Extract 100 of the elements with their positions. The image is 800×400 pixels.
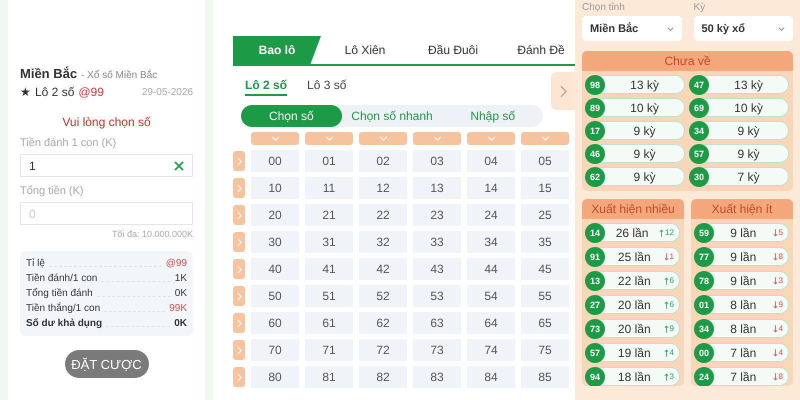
tab[interactable]: Đầu Đuôi xyxy=(409,36,497,64)
number-cell[interactable]: 35 xyxy=(521,231,569,253)
number-cell[interactable]: 41 xyxy=(305,258,353,280)
number-cell[interactable]: 65 xyxy=(521,312,569,334)
column-select-button[interactable] xyxy=(521,132,569,145)
number-badge: 27 xyxy=(585,294,605,314)
number-cell[interactable]: 00 xyxy=(251,150,299,172)
number-cell[interactable]: 54 xyxy=(467,285,515,307)
row-select-button[interactable] xyxy=(233,340,245,360)
number-cell[interactable]: 43 xyxy=(413,258,461,280)
number-cell[interactable]: 52 xyxy=(359,285,407,307)
number-cell[interactable]: 45 xyxy=(521,258,569,280)
number-cell[interactable]: 02 xyxy=(359,150,407,172)
chevron-right-icon xyxy=(236,156,242,166)
star-icon: ★ xyxy=(20,85,31,99)
number-cell[interactable]: 82 xyxy=(359,366,407,388)
number-cell[interactable]: 62 xyxy=(359,312,407,334)
province-dropdown[interactable]: Miền Bắc xyxy=(582,16,682,41)
number-cell[interactable]: 85 xyxy=(521,366,569,388)
number-cell[interactable]: 73 xyxy=(413,339,461,361)
number-cell[interactable]: 31 xyxy=(305,231,353,253)
number-cell[interactable]: 81 xyxy=(305,366,353,388)
count-text: 9 lần xyxy=(729,274,758,288)
trend-value: 1 xyxy=(670,252,674,261)
number-cell[interactable]: 01 xyxy=(305,150,353,172)
number-cell[interactable]: 55 xyxy=(521,285,569,307)
number-cell[interactable]: 04 xyxy=(467,150,515,172)
number-cell[interactable]: 64 xyxy=(467,312,515,334)
number-cell[interactable]: 12 xyxy=(359,177,407,199)
number-cell[interactable]: 51 xyxy=(305,285,353,307)
clear-icon[interactable] xyxy=(174,160,184,170)
summary-label: Tiền thắng/1 con xyxy=(26,303,100,314)
tab[interactable]: Đánh Đề xyxy=(497,36,585,64)
trend-value: 4 xyxy=(778,348,783,357)
number-cell[interactable]: 22 xyxy=(359,204,407,226)
number-badge: 34 xyxy=(694,318,714,338)
number-cell[interactable]: 63 xyxy=(413,312,461,334)
number-cell[interactable]: 10 xyxy=(251,177,299,199)
row-select-button[interactable] xyxy=(233,367,245,387)
column-select-button[interactable] xyxy=(413,132,461,145)
column-select-button[interactable] xyxy=(305,132,353,145)
tab[interactable]: Lô Xiên xyxy=(321,36,409,64)
number-cell[interactable]: 34 xyxy=(467,231,515,253)
number-cell[interactable]: 53 xyxy=(413,285,461,307)
row-select-button[interactable] xyxy=(233,178,245,198)
bet-type: Lô 2 số xyxy=(35,85,74,99)
number-cell[interactable]: 21 xyxy=(305,204,353,226)
number-cell[interactable]: 15 xyxy=(521,177,569,199)
row-select-button[interactable] xyxy=(233,313,245,333)
tab[interactable]: Bao lô xyxy=(233,36,321,64)
stat-pill: 89 10 kỳ xyxy=(586,98,685,117)
count-text: 8 lần xyxy=(729,322,758,336)
number-cell[interactable]: 14 xyxy=(467,177,515,199)
number-cell[interactable]: 20 xyxy=(251,204,299,226)
number-cell[interactable]: 83 xyxy=(413,366,461,388)
number-cell[interactable]: 42 xyxy=(359,258,407,280)
number-cell[interactable]: 75 xyxy=(521,339,569,361)
row-select-button[interactable] xyxy=(233,259,245,279)
number-cell[interactable]: 05 xyxy=(521,150,569,172)
number-cell[interactable]: 30 xyxy=(251,231,299,253)
number-cell[interactable]: 74 xyxy=(467,339,515,361)
number-cell[interactable]: 11 xyxy=(305,177,353,199)
period-dropdown[interactable]: 50 kỳ xổ xyxy=(694,16,793,41)
number-cell[interactable]: 44 xyxy=(467,258,515,280)
row-select-button[interactable] xyxy=(233,205,245,225)
select-label: Kỳ xyxy=(694,2,706,13)
column-select-button[interactable] xyxy=(467,132,515,145)
count-text: 19 lần xyxy=(616,346,652,360)
number-cell[interactable]: 71 xyxy=(305,339,353,361)
number-cell[interactable]: 32 xyxy=(359,231,407,253)
column-select-button[interactable] xyxy=(251,132,299,145)
panel-toggle-button[interactable] xyxy=(551,72,575,110)
mode-option[interactable]: Chọn số xyxy=(241,105,342,127)
number-cell[interactable]: 50 xyxy=(251,285,299,307)
number-cell[interactable]: 70 xyxy=(251,339,299,361)
row-select-button[interactable] xyxy=(233,232,245,252)
prompt-text: Vui lòng chọn số xyxy=(61,115,152,129)
number-cell[interactable]: 60 xyxy=(251,312,299,334)
number-cell[interactable]: 23 xyxy=(413,204,461,226)
number-cell[interactable]: 40 xyxy=(251,258,299,280)
number-cell[interactable]: 80 xyxy=(251,366,299,388)
number-cell[interactable]: 13 xyxy=(413,177,461,199)
number-cell[interactable]: 03 xyxy=(413,150,461,172)
number-cell[interactable]: 72 xyxy=(359,339,407,361)
row-select-button[interactable] xyxy=(233,151,245,171)
count-text: 7 lần xyxy=(729,346,758,360)
stake-field[interactable]: 1 xyxy=(20,154,193,177)
number-cell[interactable]: 61 xyxy=(305,312,353,334)
number-cell[interactable]: 33 xyxy=(413,231,461,253)
trend-value: 8 xyxy=(778,372,783,381)
stat-pill: 62 9 kỳ xyxy=(586,167,685,186)
number-badge: 13 xyxy=(585,270,605,290)
subtab[interactable]: Lô 2 số xyxy=(245,78,288,96)
row-select-button[interactable] xyxy=(233,286,245,306)
subtab[interactable]: Lô 3 số xyxy=(307,78,346,96)
number-cell[interactable]: 25 xyxy=(521,204,569,226)
number-cell[interactable]: 84 xyxy=(467,366,515,388)
chevron-right-icon xyxy=(236,292,242,300)
number-cell[interactable]: 24 xyxy=(467,204,515,226)
column-select-button[interactable] xyxy=(359,132,407,145)
